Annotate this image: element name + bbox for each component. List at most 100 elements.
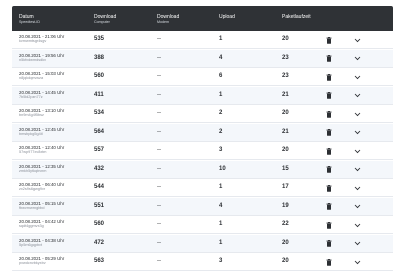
trash-icon[interactable] — [326, 203, 332, 211]
date-cell: 20.08.2021 - 13:10 Uhr bn9m4g4f5bsz — [19, 108, 64, 118]
header-upload[interactable]: Upload — [219, 14, 235, 20]
chevron-down-icon[interactable] — [353, 36, 361, 44]
modem-download-value: -- — [157, 73, 161, 79]
table-row[interactable]: 20.08.2021 - 05:15 Uhr fbwvmwrngbbd 551 -- 4… — [12, 197, 393, 216]
table-row[interactable]: 20.08.2021 - 12:45 Uhr bmsbpkg5g4tl 564 -- 2… — [12, 123, 393, 142]
test-date: 20.08.2021 - 12:35 Uhr — [19, 163, 65, 169]
trash-icon[interactable] — [326, 55, 332, 63]
date-cell: 20.08.2021 - 04:38 Uhr 5p5m6gqpbvt — [19, 238, 64, 248]
trash-icon[interactable] — [326, 110, 332, 118]
download-value: 564 — [94, 128, 105, 135]
chevron-down-icon[interactable] — [353, 258, 361, 266]
latency-value: 22 — [282, 221, 289, 227]
table-row[interactable]: 20.08.2021 - 13:10 Uhr bn9m4g4f5bsz 534 -- 2… — [12, 105, 393, 123]
header-download-modem[interactable]: Download Modem — [157, 14, 179, 25]
test-date: 20.08.2021 - 19:56 Uhr — [19, 52, 65, 58]
trash-icon[interactable] — [326, 73, 332, 81]
speedtest-id: 57wp977xv8xtm — [19, 150, 47, 154]
download-value: 534 — [94, 110, 105, 116]
chevron-down-icon[interactable] — [353, 92, 361, 100]
modem-download-value: -- — [157, 91, 161, 98]
latency-value: 19 — [282, 202, 289, 209]
date-cell: 20.08.2021 - 21:06 Uhr kvmwmtsgr4sgv — [19, 34, 64, 44]
table-row[interactable]: 20.08.2021 - 19:56 Uhr n5kfxdwmdsdkv 388 --… — [12, 49, 393, 68]
chevron-down-icon[interactable] — [353, 129, 361, 137]
chevron-down-icon[interactable] — [353, 73, 361, 81]
chevron-down-icon[interactable] — [353, 166, 361, 174]
header-download-modem-sub: Modem — [157, 20, 169, 24]
trash-icon[interactable] — [326, 240, 332, 248]
date-cell: 20.08.2021 - 05:15 Uhr fbwvmwrngbbd — [19, 201, 64, 211]
speedtest-id: bn9m4g4f5bsz — [19, 113, 44, 117]
latency-value: 20 — [282, 36, 289, 42]
chevron-down-icon[interactable] — [353, 184, 361, 192]
latency-value: 15 — [282, 165, 289, 172]
chevron-down-icon[interactable] — [353, 240, 361, 248]
download-value: 388 — [94, 54, 105, 61]
trash-icon[interactable] — [326, 147, 332, 155]
speedtest-id: kvmwmtsgr4sgv — [19, 39, 47, 43]
download-value: 551 — [94, 202, 105, 209]
chevron-down-icon[interactable] — [353, 147, 361, 155]
speedtest-id: zx2s9s6gwg9vr — [19, 187, 46, 191]
table-row[interactable]: 20.08.2021 - 12:40 Uhr 57wp977xv8xtm 557 --… — [12, 142, 393, 160]
upload-value: 10 — [219, 165, 226, 172]
trash-icon[interactable] — [326, 92, 332, 100]
chevron-down-icon[interactable] — [353, 110, 361, 118]
trash-icon[interactable] — [326, 258, 332, 266]
chevron-down-icon[interactable] — [353, 203, 361, 211]
header-datum[interactable]: Datum Speedtest-ID — [19, 14, 40, 25]
test-date: 20.08.2021 - 05:15 Uhr — [19, 200, 65, 206]
latency-value: 23 — [282, 73, 289, 79]
latency-value: 17 — [282, 184, 289, 190]
header-download-computer[interactable]: Download Computer — [94, 14, 116, 25]
table-row[interactable]: 20.08.2021 - 21:06 Uhr kvmwmtsgr4sgv 535 --… — [12, 31, 393, 49]
download-value: 560 — [94, 73, 105, 79]
test-date: 20.08.2021 - 04:38 Uhr — [19, 237, 65, 243]
upload-value: 1 — [219, 239, 223, 246]
table-row[interactable]: 20.08.2021 - 15:03 Uhr n8jqkdqnvwza 560 -- 6… — [12, 68, 393, 86]
speedtest-id: sqdt4ggmvx3g — [19, 224, 44, 228]
upload-value: 4 — [219, 54, 223, 61]
header-upload-label: Upload — [219, 14, 235, 20]
latency-value: 20 — [282, 239, 289, 246]
trash-icon[interactable] — [326, 129, 332, 137]
chevron-down-icon[interactable] — [353, 221, 361, 229]
upload-value: 1 — [219, 221, 223, 227]
latency-value: 20 — [282, 258, 289, 264]
trash-icon[interactable] — [326, 184, 332, 192]
trash-icon[interactable] — [326, 221, 332, 229]
upload-value: 6 — [219, 73, 223, 79]
table-row[interactable]: 20.08.2021 - 05:29 Uhr pxwdcnvbkyxbv 563 --… — [12, 253, 393, 271]
chevron-down-icon[interactable] — [353, 55, 361, 63]
modem-download-value: -- — [157, 110, 161, 116]
speedtest-id: n8jqkdqnvwza — [19, 76, 44, 80]
upload-value: 1 — [219, 184, 223, 190]
upload-value: 1 — [219, 91, 223, 98]
speedtest-id: bmsbpkg5g4tl — [19, 131, 43, 136]
download-value: 432 — [94, 165, 105, 172]
table-row[interactable]: 20.08.2021 - 04:38 Uhr 5p5m6gqpbvt 472 -- 1 2… — [12, 234, 393, 253]
modem-download-value: -- — [157, 184, 161, 190]
header-paketlaufzeit[interactable]: Paketlaufzeit — [282, 14, 311, 20]
table-row[interactable]: 20.08.2021 - 14:45 Uhr 7b5ld2pzn77z 411 -- 1… — [12, 86, 393, 105]
table-row[interactable]: 20.08.2021 - 12:35 Uhr zmkh5ytkqbvnm 432 --… — [12, 160, 393, 179]
header-paketlaufzeit-label: Paketlaufzeit — [282, 14, 311, 20]
trash-icon[interactable] — [326, 36, 332, 44]
date-cell: 20.08.2021 - 12:40 Uhr 57wp977xv8xtm — [19, 145, 64, 155]
download-value: 472 — [94, 239, 105, 246]
modem-download-value: -- — [157, 128, 161, 135]
modem-download-value: -- — [157, 221, 161, 227]
download-value: 411 — [94, 91, 104, 98]
date-cell: 20.08.2021 - 04:42 Uhr sqdt4ggmvx3g — [19, 219, 64, 229]
latency-value: 20 — [282, 147, 289, 153]
trash-icon[interactable] — [326, 166, 332, 174]
download-value: 544 — [94, 184, 105, 190]
modem-download-value: -- — [157, 258, 161, 264]
speedtest-id: 5p5m6gqpbvt — [19, 242, 43, 247]
table-row[interactable]: 20.08.2021 - 06:40 Uhr zx2s9s6gwg9vr 544 --… — [12, 179, 393, 197]
modem-download-value: -- — [157, 147, 161, 153]
table-row[interactable]: 20.08.2021 - 04:42 Uhr sqdt4ggmvx3g 560 -- 1… — [12, 216, 393, 234]
date-cell: 20.08.2021 - 15:03 Uhr n8jqkdqnvwza — [19, 71, 64, 81]
upload-value: 1 — [219, 36, 223, 42]
